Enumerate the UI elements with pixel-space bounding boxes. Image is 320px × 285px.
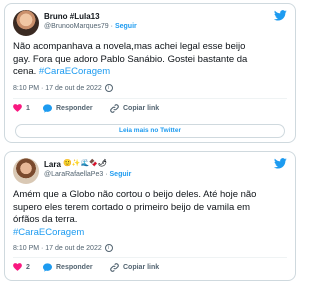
heart-icon [13, 263, 22, 271]
handle[interactable]: @BrunooMarques79 [44, 23, 109, 30]
tweet-header: Bruno #Lula13 @BrunooMarques79 · Seguir [13, 10, 287, 38]
tweet-text: Não acompanhava a novela,mas achei legal… [13, 41, 287, 79]
copy-link-label: Copiar link [123, 264, 160, 271]
like-button[interactable]: 2 [13, 263, 30, 271]
separator: · [110, 23, 113, 30]
avatar[interactable] [13, 10, 39, 36]
tweet-card[interactable]: Lara 🙂✨🌊🍫🌶 @LaraRafaellaPe3 · Seguir Amé… [4, 151, 296, 281]
read-more-button[interactable]: Leia mais no Twitter [15, 124, 285, 138]
tweet-meta: 8:10 PM · 17 de out de 2022 i [13, 244, 113, 252]
hashtag-link[interactable]: #CaraECoragem [13, 227, 287, 240]
timestamp-link[interactable]: 8:10 PM · 17 de out de 2022 [13, 245, 102, 252]
name-emojis: 🙂✨🌊🍫🌶 [63, 160, 107, 167]
speech-bubble-icon [43, 263, 52, 272]
tweet-meta: 8:10 PM · 17 de out de 2022 i [13, 84, 113, 92]
reply-label: Responder [56, 264, 93, 271]
like-count: 2 [26, 263, 30, 271]
like-count: 1 [26, 104, 30, 112]
tweet-text-line: órfãos da terra. [13, 214, 78, 225]
like-button[interactable]: 1 [13, 104, 30, 112]
tweet-actions: 2 Responder Copiar link [13, 263, 287, 277]
follow-button[interactable]: Seguir [110, 171, 132, 178]
handle-row: @LaraRafaellaPe3 · Seguir [44, 170, 131, 180]
info-icon[interactable]: i [104, 84, 113, 92]
tweet-text-line: Amém que a Globo não cortou o beijo dele… [13, 189, 257, 200]
author-names: Bruno #Lula13 @BrunooMarques79 · Seguir [44, 11, 137, 32]
display-name[interactable]: Bruno #Lula13 [44, 11, 137, 22]
reply-button[interactable]: Responder [43, 263, 93, 272]
tweet-text-line: supero eles terem cortado o primeiro bei… [13, 201, 251, 213]
divider [13, 98, 287, 99]
heart-icon [13, 104, 22, 112]
tweet-text-line: Não acompanhava a novela,mas achei legal… [13, 41, 246, 52]
reply-button[interactable]: Responder [43, 104, 93, 113]
speech-bubble-icon [43, 104, 52, 113]
tweet-header: Lara 🙂✨🌊🍫🌶 @LaraRafaellaPe3 · Seguir [13, 158, 287, 186]
twitter-bird-icon[interactable] [274, 158, 287, 169]
author-names: Lara 🙂✨🌊🍫🌶 @LaraRafaellaPe3 · Seguir [44, 159, 131, 180]
divider [13, 257, 287, 258]
separator: · [105, 171, 108, 178]
timestamp-link[interactable]: 8:10 PM · 17 de out de 2022 [13, 85, 102, 92]
tweet-embeds: Bruno #Lula13 @BrunooMarques79 · Seguir … [0, 0, 300, 285]
avatar[interactable] [13, 158, 39, 184]
tweet-card[interactable]: Bruno #Lula13 @BrunooMarques79 · Seguir … [4, 3, 296, 143]
tweet-text-line: gay. Fora que adoro Pablo Sanábio. Goste… [13, 53, 248, 65]
tweet-text: Amém que a Globo não cortou o beijo dele… [13, 189, 287, 239]
link-icon [110, 104, 119, 113]
handle[interactable]: @LaraRafaellaPe3 [44, 171, 103, 178]
twitter-bird-icon[interactable] [274, 10, 287, 21]
hashtag-link[interactable]: #CaraECoragem [39, 66, 110, 77]
copy-link-button[interactable]: Copiar link [110, 104, 159, 113]
copy-link-button[interactable]: Copiar link [110, 263, 159, 272]
copy-link-label: Copiar link [123, 105, 160, 112]
tweet-text-fragment: cena. [13, 66, 37, 77]
follow-button[interactable]: Seguir [115, 23, 137, 30]
info-icon[interactable]: i [104, 244, 113, 252]
display-name[interactable]: Lara [44, 160, 61, 169]
tweet-actions: 1 Responder Copiar link [13, 104, 287, 118]
display-name-row: Lara 🙂✨🌊🍫🌶 [44, 159, 131, 170]
link-icon [110, 263, 119, 272]
reply-label: Responder [56, 105, 93, 112]
handle-row: @BrunooMarques79 · Seguir [44, 22, 137, 32]
tweet-text-line: cena. #CaraECoragem [13, 66, 287, 79]
